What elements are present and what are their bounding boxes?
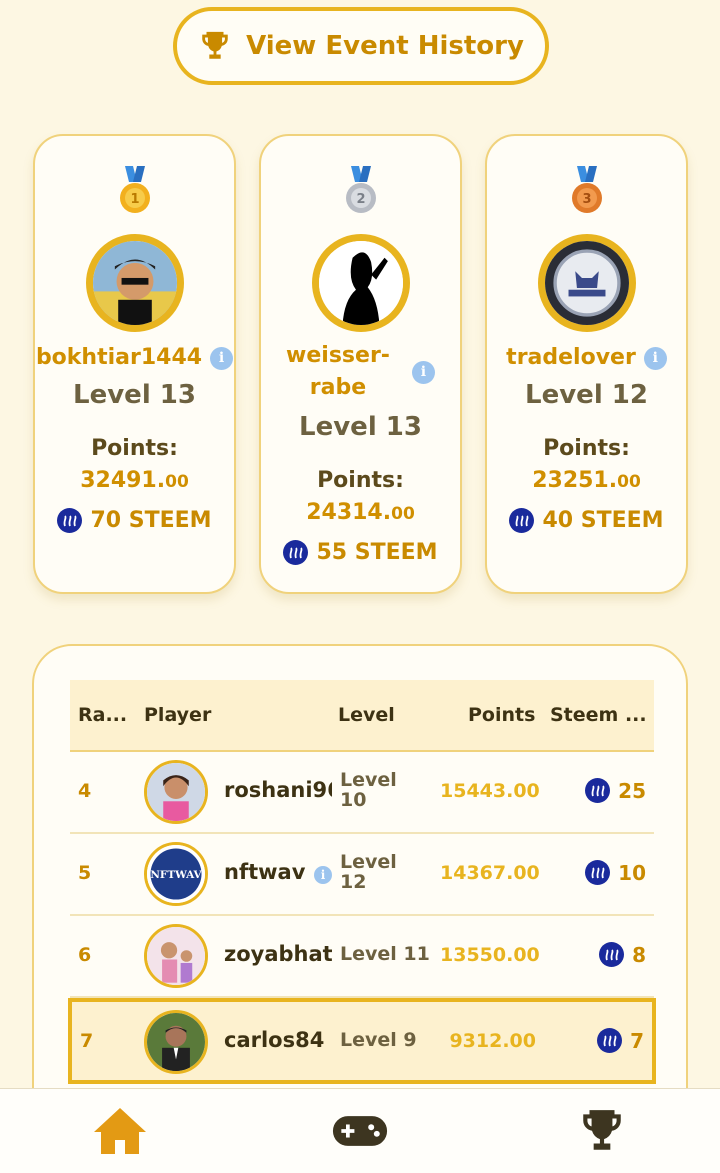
points-cell: 9312.00 [449,1030,536,1052]
level-cell: Level 10 [340,769,397,811]
table-header: Ra... Player Level Points Steem ... [70,680,654,752]
info-icon[interactable]: i [643,346,667,370]
player-column-header[interactable]: Player [144,704,211,726]
steem-icon [57,508,83,533]
avatar[interactable] [144,924,208,988]
player-name[interactable]: bokhtiar1444 [36,342,202,374]
player-name[interactable]: roshani96 [224,778,332,802]
silver-medal-icon: 2 [345,166,376,213]
points-label: Points: [317,468,404,493]
nav-games[interactable] [330,1103,390,1159]
rank-cell: 6 [78,944,92,966]
svg-text:3: 3 [582,192,591,207]
level-cell: Level 11 [340,943,430,965]
trophy-icon [202,31,228,59]
steem-icon [585,778,611,803]
player-level: Level 13 [73,380,196,410]
steem-cell: 10 [585,860,646,885]
nav-home[interactable] [90,1103,150,1159]
rank-cell: 7 [80,1030,94,1052]
player-name[interactable]: zoyabhatti [224,942,332,966]
level-cell: Level 9 [340,1029,417,1051]
steem-icon [599,942,625,967]
avatar[interactable] [144,760,208,824]
nav-leaderboard[interactable] [572,1103,632,1159]
avatar[interactable] [537,234,636,332]
player-name[interactable]: tradelover [506,342,636,374]
steem-icon [585,860,611,885]
points-cell: 14367.00 [440,862,540,884]
player-name[interactable]: weisser-rabe [286,340,390,404]
level-column-header[interactable]: Level [338,704,395,726]
table-row[interactable]: 4 roshani96 Level 10 15443.00 25 [70,752,654,834]
bottom-navigation [0,1088,720,1173]
svg-text:2: 2 [356,192,365,207]
avatar[interactable] [144,1010,208,1074]
home-icon [94,1108,146,1154]
player-name[interactable]: nftwav [224,860,314,884]
points-column-header[interactable]: Points [468,704,535,726]
points-value: 23251.00 [532,468,641,493]
view-event-history-button[interactable]: View Event History [173,7,549,85]
level-cell: Level 12 [340,851,397,893]
trophy-icon [583,1110,621,1150]
avatar[interactable] [85,234,184,332]
points-cell: 15443.00 [440,780,540,802]
rank-cell: 5 [78,862,92,884]
steem-reward: 55 STEEM [261,540,460,565]
info-icon[interactable]: i [314,866,332,884]
steem-reward: 40 STEEM [487,508,686,533]
bronze-medal-icon: 3 [571,166,602,213]
steem-column-header[interactable]: Steem ... [550,704,647,726]
svg-text:1: 1 [130,192,139,207]
player-name[interactable]: carlos84 [224,1028,332,1052]
table-row[interactable]: 6 zoyabhatti Level 11 13550.00 8 [70,916,654,998]
rank-cell: 4 [78,780,92,802]
player-level: Level 12 [525,380,648,410]
gamepad-icon [332,1116,388,1146]
gold-medal-icon: 1 [119,166,150,213]
history-button-label: View Event History [246,31,524,61]
steem-cell: 25 [585,778,646,803]
avatar[interactable] [311,234,410,332]
info-icon[interactable]: i [411,360,435,384]
points-label: Points: [543,436,630,461]
podium-card-third[interactable]: 3 tradelover i Level 12 Points: 23251.00… [485,134,688,594]
steem-icon [509,508,535,533]
points-label: Points: [91,436,178,461]
steem-icon [283,540,309,565]
points-cell: 13550.00 [440,944,540,966]
info-icon[interactable]: i [210,346,234,370]
podium-card-first[interactable]: 1 bokhtiar1444 i Level 13 Points: 32491.… [33,134,236,594]
points-value: 24314.00 [306,500,415,525]
steem-cell: 7 [597,1028,644,1053]
steem-cell: 8 [599,942,646,967]
rank-column-header[interactable]: Ra... [78,704,127,726]
table-row-current-user[interactable]: 7 carlos84 Level 9 9312.00 7 [68,998,656,1084]
player-level: Level 13 [299,412,422,442]
steem-icon [597,1028,623,1053]
table-row[interactable]: 5 NFTWAV nftwav i Level 12 14367.00 10 [70,834,654,916]
steem-reward: 70 STEEM [35,508,234,533]
svg-text:NFTWAV: NFTWAV [150,869,202,881]
podium-card-second[interactable]: 2 weisser-rabe i Level 13 Points: 24314.… [259,134,462,594]
avatar[interactable]: NFTWAV [144,842,208,906]
points-value: 32491.00 [80,468,189,493]
